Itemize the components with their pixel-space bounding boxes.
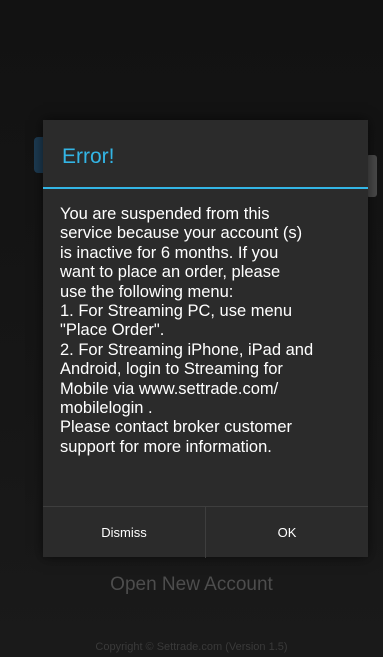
ok-button[interactable]: OK: [205, 507, 368, 558]
dialog-title: Error!: [62, 145, 115, 168]
open-new-account-link[interactable]: Open New Account: [0, 574, 383, 596]
dialog-message: You are suspended from this service beca…: [60, 205, 314, 456]
error-dialog: Error! You are suspended from this servi…: [43, 120, 368, 558]
dialog-button-bar: Dismiss OK: [43, 506, 368, 558]
dismiss-button[interactable]: Dismiss: [43, 507, 205, 558]
copyright-text: Copyright © Settrade.com (Version 1.5): [95, 641, 288, 653]
app-screen: Open New Account Copyright © Settrade.co…: [0, 0, 383, 657]
dialog-title-divider: [43, 187, 368, 189]
